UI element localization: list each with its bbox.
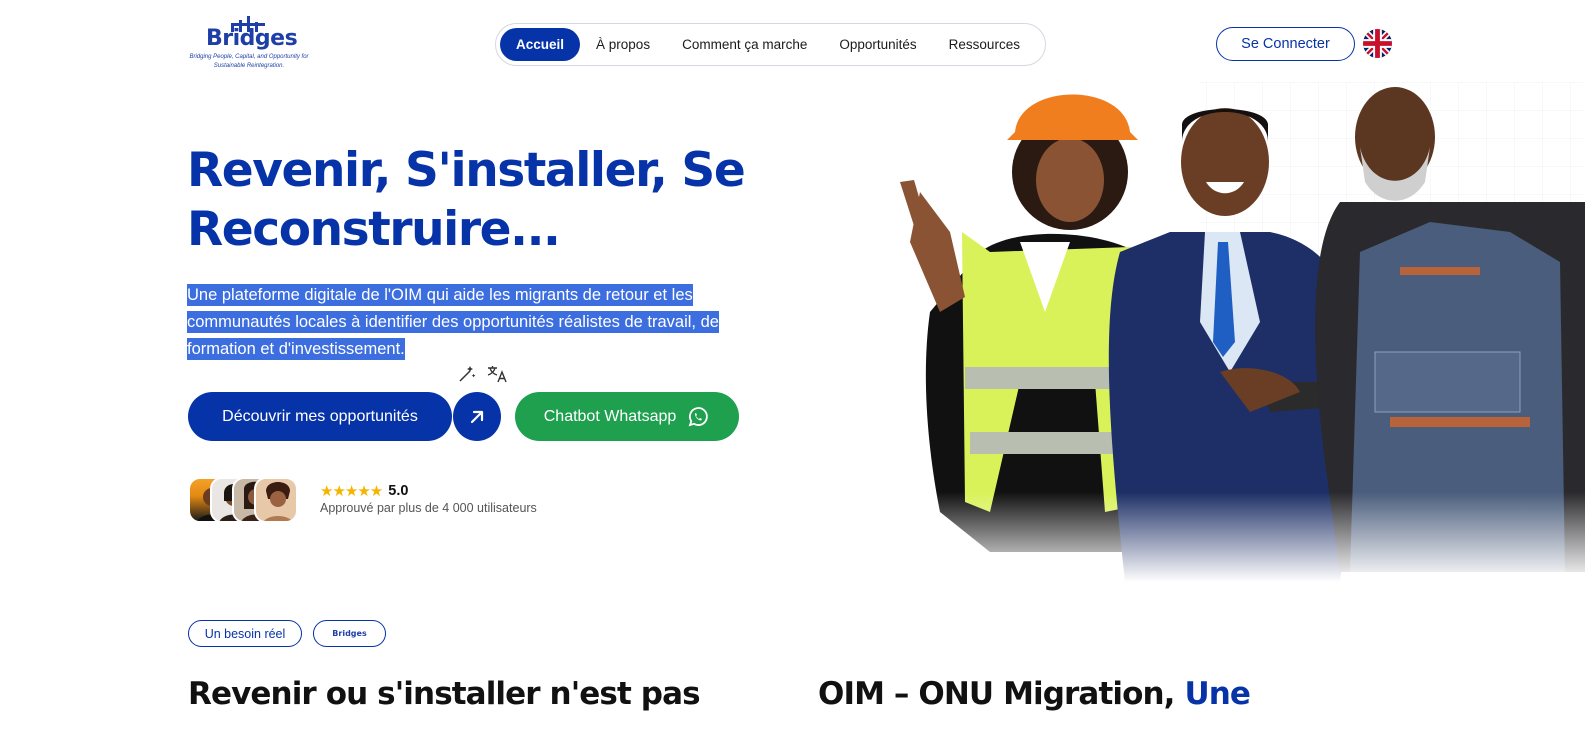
user-avatars bbox=[188, 477, 300, 523]
section-title-right-accent: Une bbox=[1184, 676, 1251, 712]
whatsapp-button-label: Chatbot Whatsapp bbox=[543, 407, 677, 425]
magic-wand-icon[interactable] bbox=[457, 364, 477, 389]
brand-badge: Bridges bbox=[313, 620, 386, 647]
rating: ★★★★★ 5.0 bbox=[320, 482, 408, 500]
hero-workers-image bbox=[870, 82, 1585, 582]
nav-item-opportunites[interactable]: Opportunités bbox=[823, 28, 932, 61]
need-badge: Un besoin réel bbox=[188, 620, 302, 647]
section-title-right-main: OIM – ONU Migration, bbox=[818, 676, 1185, 712]
arrow-up-right-button[interactable] bbox=[453, 392, 501, 441]
whatsapp-icon bbox=[688, 406, 709, 426]
hero-description-text: Une plateforme digitale de l'OIM qui aid… bbox=[187, 284, 719, 360]
avatar bbox=[254, 477, 298, 523]
logo-wordmark: Bridges bbox=[206, 26, 298, 51]
logo-tagline: Bridging People, Capital, and Opportunit… bbox=[189, 54, 309, 69]
nav-item-comment-ca-marche[interactable]: Comment ça marche bbox=[666, 28, 823, 61]
rating-value: 5.0 bbox=[388, 483, 409, 499]
approved-text: Approuvé par plus de 4 000 utilisateurs bbox=[320, 501, 537, 515]
whatsapp-chatbot-button[interactable]: Chatbot Whatsapp bbox=[515, 392, 739, 441]
selection-toolbar bbox=[452, 361, 512, 391]
nav-item-a-propos[interactable]: À propos bbox=[580, 28, 666, 61]
arrow-up-right-icon bbox=[470, 410, 484, 423]
hero-title: Revenir, S'installer, Se Reconstruire... bbox=[187, 143, 746, 257]
brand-logo[interactable]: Bridges Bridging People, Capital, and Op… bbox=[176, 16, 322, 72]
uk-flag-icon[interactable] bbox=[1363, 29, 1392, 58]
main-nav: Accueil À propos Comment ça marche Oppor… bbox=[495, 23, 1046, 66]
translate-icon[interactable] bbox=[486, 364, 508, 389]
star-rating-icon: ★★★★★ bbox=[320, 483, 383, 500]
hero-description: Une plateforme digitale de l'OIM qui aid… bbox=[187, 282, 747, 363]
nav-item-accueil[interactable]: Accueil bbox=[500, 28, 581, 61]
nav-item-ressources[interactable]: Ressources bbox=[933, 28, 1036, 61]
section-title-right: OIM – ONU Migration, Une bbox=[818, 676, 1251, 712]
mini-brand-logo: Bridges bbox=[332, 629, 367, 638]
section-title-left: Revenir ou s'installer n'est pas bbox=[188, 676, 701, 712]
login-button[interactable]: Se Connecter bbox=[1216, 27, 1355, 61]
discover-opportunities-button[interactable]: Découvrir mes opportunités bbox=[188, 392, 452, 441]
